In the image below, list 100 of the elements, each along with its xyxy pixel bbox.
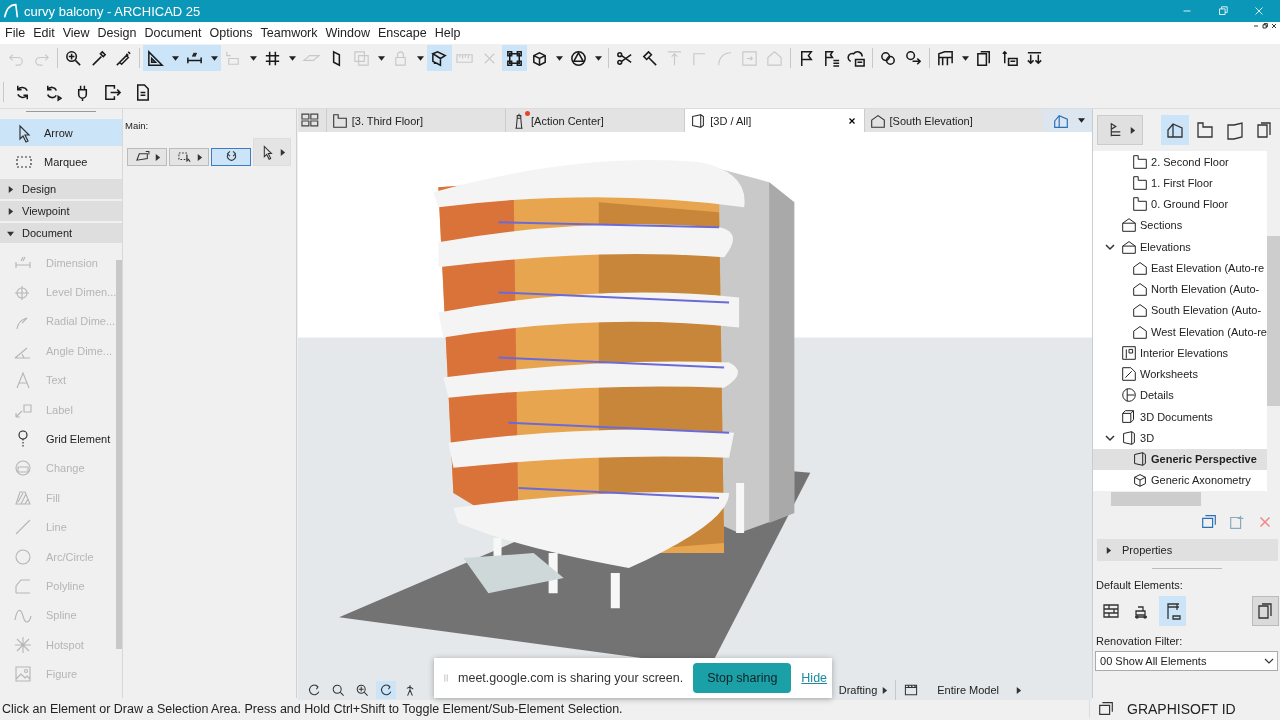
caret-icon [288,55,296,61]
section-icon [1120,216,1139,235]
navigator-item[interactable]: 2. Second Floor [1093,151,1267,173]
menu-item[interactable]: Document [140,26,206,40]
navigator-item[interactable]: Generic Axonometry [1093,469,1267,491]
layout-icon [1225,120,1246,140]
chevron-icon [1264,656,1274,666]
zoom-back-icon [330,682,347,699]
menu-item[interactable]: Edit [29,26,59,40]
navigator-item[interactable]: West Elevation (Auto-re [1093,321,1267,343]
close-icon[interactable] [846,115,857,126]
house-outline-icon [1131,301,1150,320]
graphisoft-id-link[interactable]: GRAPHISOFT ID [1127,701,1236,717]
share-message: meet.google.com is sharing your screen. [458,671,684,686]
tool-group-header[interactable]: Document [0,223,122,243]
caret-icon [416,55,424,61]
renovation-filter-dropdown[interactable]: 00 Show All Elements [1095,651,1278,671]
expand-arrow-icon[interactable] [881,686,889,694]
floor-plan-icon [1131,152,1150,171]
properties-header[interactable]: Properties [1097,539,1278,561]
dropdown-button[interactable] [207,45,221,71]
floor-plan-icon [1131,173,1150,192]
house-outline-icon [1131,280,1150,299]
caret-icon [210,55,218,61]
navigator-item[interactable]: South Elevation (Auto- [1093,299,1267,321]
arrow-pointer-button[interactable] [253,138,291,166]
stop-sharing-button[interactable]: Stop sharing [693,663,792,694]
project-map-button[interactable] [1097,115,1144,145]
tool-item[interactable]: Grid Element [0,424,117,454]
detail-icon [1120,386,1139,405]
menu-item[interactable]: Teamwork [256,26,322,40]
expand-arrow-icon [7,185,14,193]
polygon-select-button[interactable] [127,148,167,166]
menu-item[interactable]: Window [321,26,374,40]
window-title: curvy balcony - ARCHICAD 25 [24,3,201,19]
status-message: Click an Element or Draw a Selection Area. Press and Hold Ctrl+Shift to Toggle Element/Sub-Element Selection. [1,702,623,716]
floor-plan-icon [1195,120,1216,140]
caret-icon [594,55,602,61]
renovation-filter-label: Renovation Filter: [1095,635,1183,647]
caret-icon [1077,118,1085,123]
tool-group-header[interactable]: Design [0,179,122,199]
view-options-button[interactable] [1042,109,1093,132]
zoom-in-icon [354,682,371,699]
floor-plan-icon [1131,195,1150,214]
favorites-button[interactable] [1252,596,1279,626]
menu-item[interactable]: Enscape [374,26,431,40]
menu-item[interactable]: Design [93,26,141,40]
close-icon[interactable] [1270,22,1278,30]
menu-item[interactable]: Help [430,26,465,40]
image-frame-icon [13,664,33,685]
view-setting[interactable]: Entire Model [937,684,1000,697]
expand-arrow-icon [153,153,161,161]
expand-arrow-icon [1105,546,1113,554]
view-tab[interactable]: [3D / All] [684,109,864,132]
menu-item[interactable]: Options [205,26,257,40]
navigator-item[interactable]: Details [1093,384,1267,406]
tool-item[interactable]: Arrow [0,119,122,146]
tile-grid-icon[interactable] [300,110,320,130]
navigator-item[interactable]: Elevations [1093,236,1267,258]
navigator-item[interactable]: 3D [1093,427,1267,449]
marquee-pointer-button[interactable] [169,148,209,166]
navigator-item[interactable]: 3D Documents [1093,406,1267,428]
navigator-item[interactable]: 0. Ground Floor [1093,193,1267,215]
info-box-label: Main: [124,119,149,131]
caret-icon [377,55,385,61]
magnet-button[interactable] [211,148,251,166]
expand-arrow-icon [7,229,14,237]
arc-logo-icon [3,3,19,19]
navigator-item[interactable]: Sections [1093,214,1267,236]
caret-icon [961,55,969,61]
house-3d-button[interactable] [1161,115,1190,145]
navigator-item[interactable]: 1. First Floor [1093,172,1267,194]
hide-link[interactable]: Hide [801,671,828,686]
circle-icon [13,546,33,567]
asterisk-icon [13,634,33,655]
interior-elevation-icon [1120,343,1139,362]
expand-arrow-icon [278,148,286,156]
chevron-icon [1105,432,1116,443]
crane-button[interactable] [1159,596,1187,626]
orbit-mode-button[interactable] [376,681,397,700]
worksheet-icon [1120,365,1139,384]
navigator-item[interactable]: Worksheets [1093,363,1267,385]
navigator-item[interactable]: Generic Perspective [1093,448,1267,470]
view-setting[interactable]: Drafting [838,684,878,697]
caret-icon [171,55,179,61]
caret-icon [249,55,257,61]
menu-item[interactable]: File [1,26,30,40]
menu-item[interactable]: View [58,26,94,40]
tool-item[interactable]: Marquee [0,148,122,175]
restore-icon[interactable] [1261,22,1269,30]
floor-plan-icon [330,111,349,130]
polyline-icon [13,576,33,596]
expand-arrow-icon [7,207,14,215]
navigator-item[interactable]: Interior Elevations [1093,342,1267,364]
change-cloud-icon [13,458,33,479]
tool-group-header[interactable]: Viewpoint [0,201,122,221]
navigator-item[interactable]: East Elevation (Auto-re [1093,257,1267,279]
navigator-item[interactable]: North Elevation (Auto- [1093,278,1267,300]
expand-arrow-icon[interactable] [1015,686,1023,694]
window-stack-icon[interactable] [1097,700,1115,718]
